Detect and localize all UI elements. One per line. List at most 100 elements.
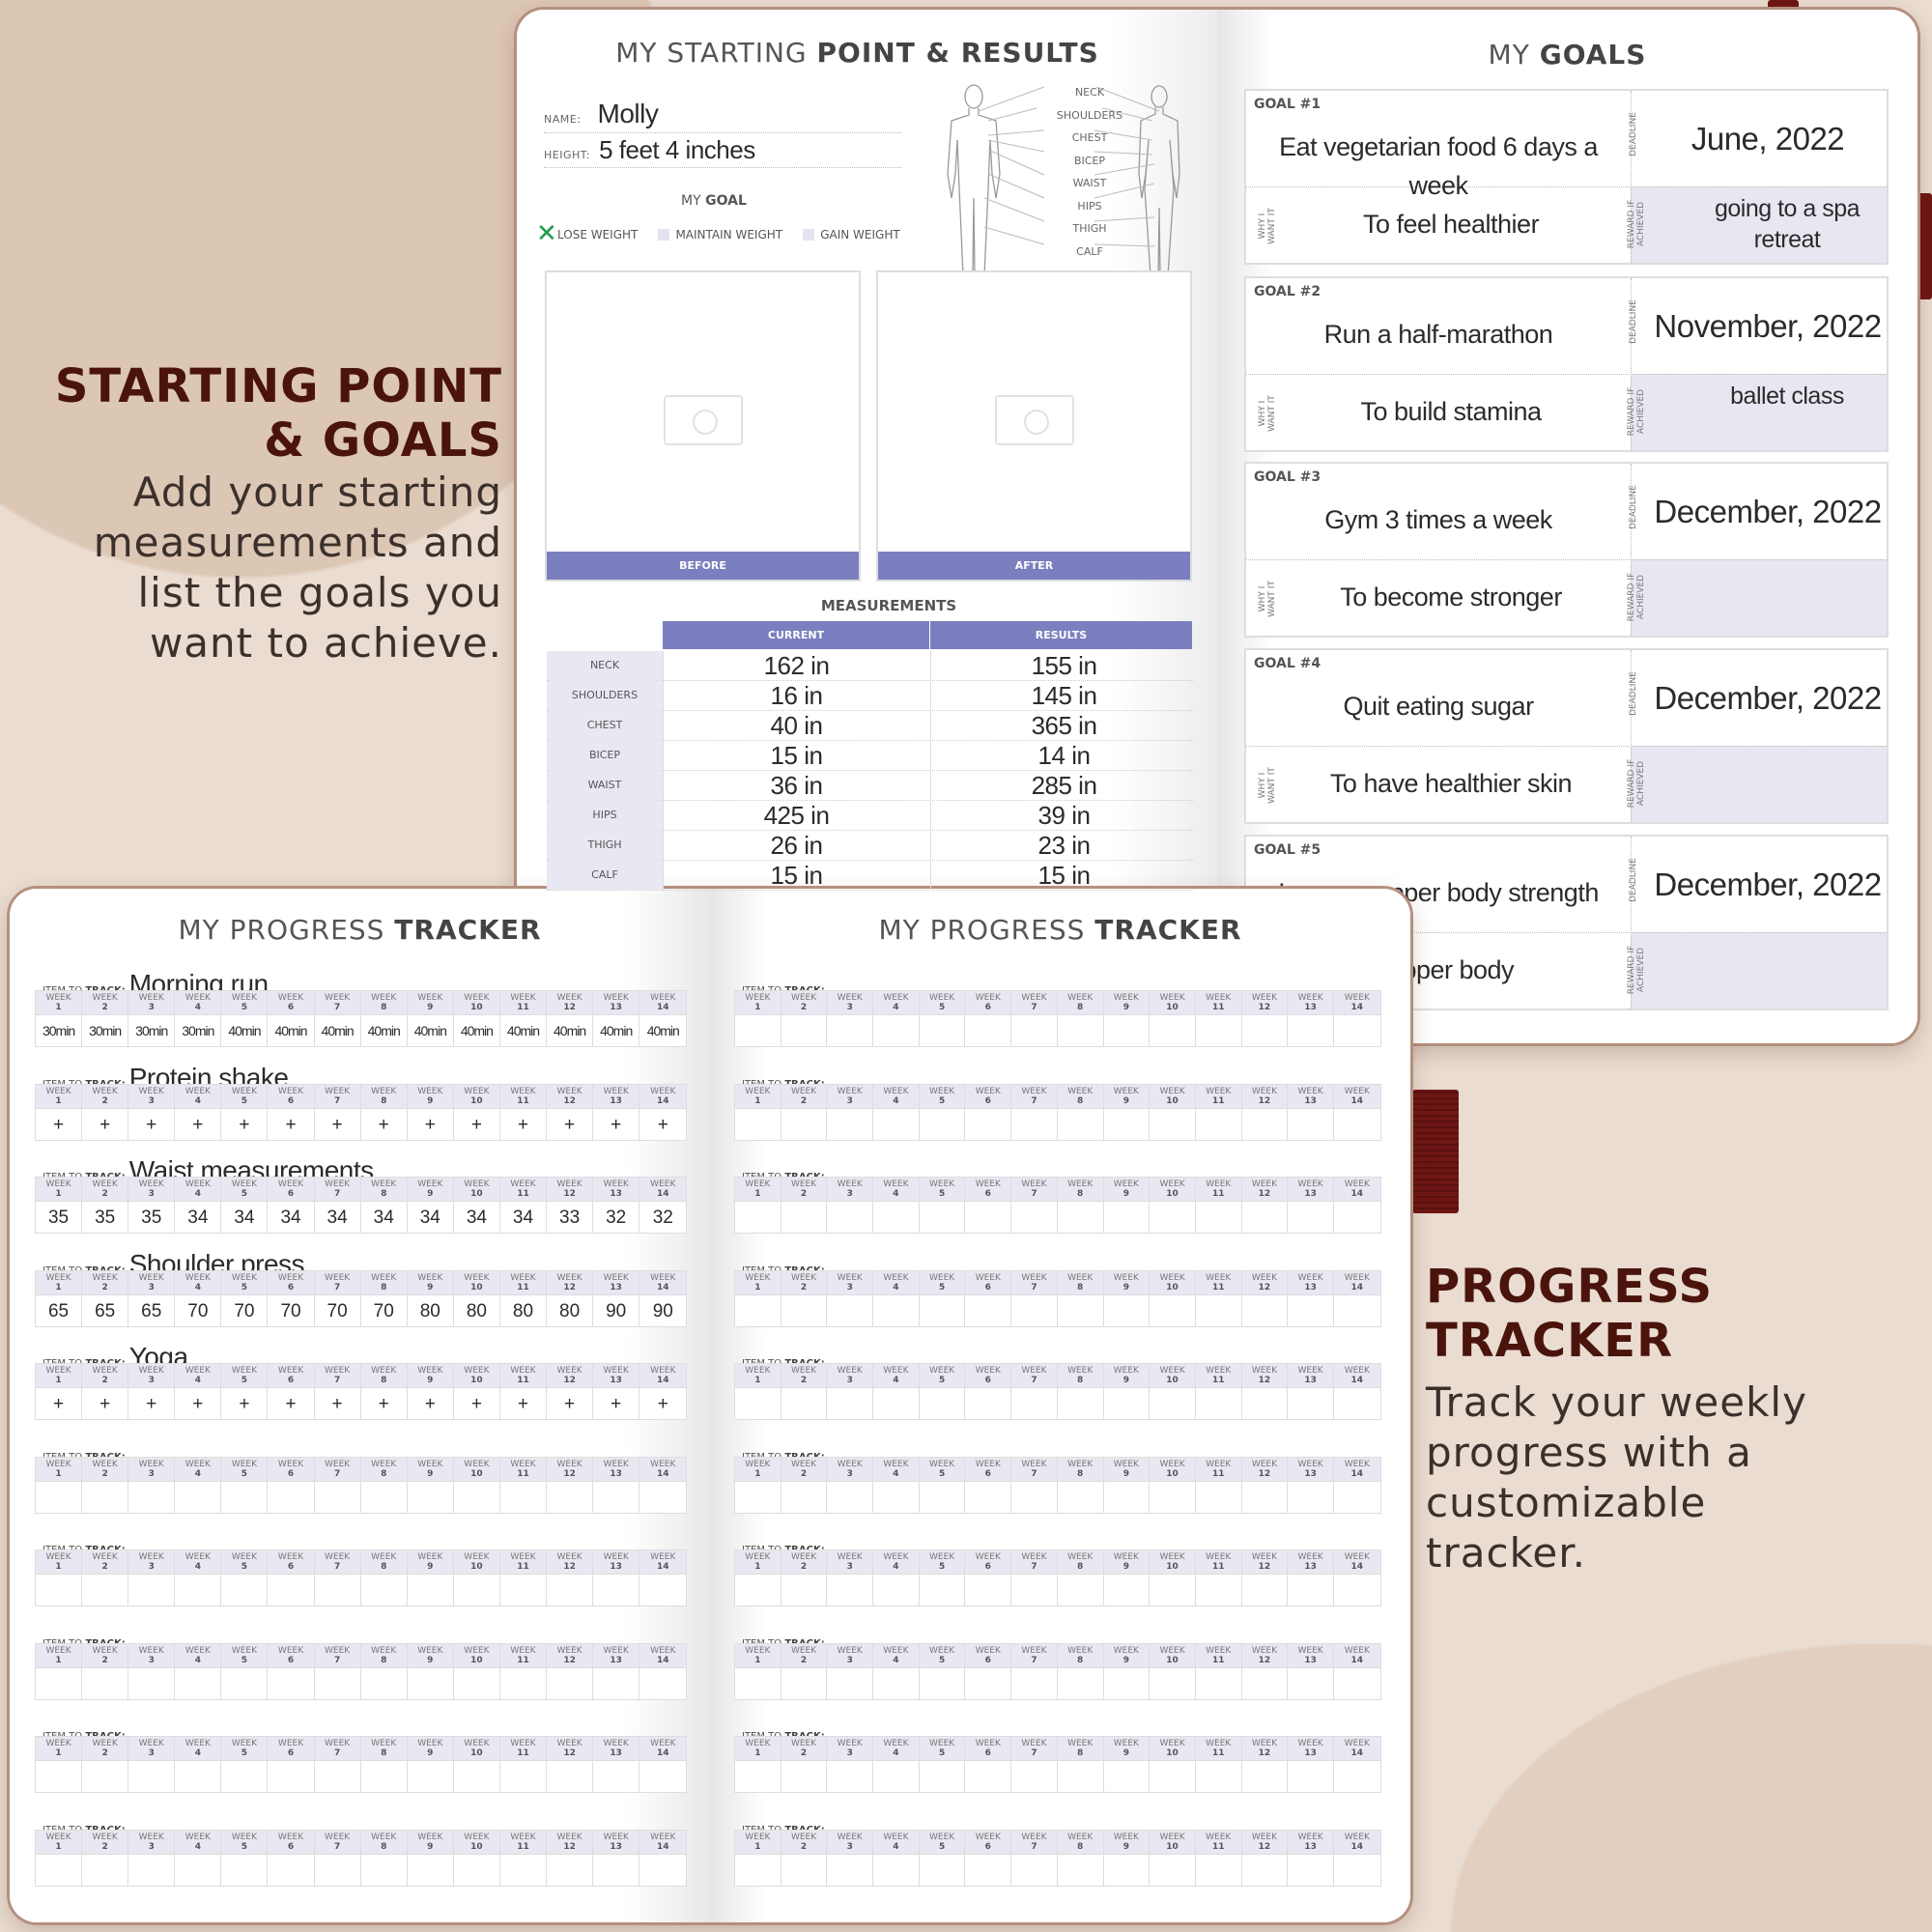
week-value-cell[interactable]: 40min (547, 1014, 593, 1046)
week-value-cell[interactable] (1103, 1201, 1150, 1233)
week-value-cell[interactable]: 65 (128, 1293, 175, 1326)
week-value-cell[interactable] (919, 1014, 965, 1046)
week-value-cell[interactable] (781, 1760, 827, 1792)
week-value-cell[interactable] (1195, 1107, 1241, 1140)
week-value-cell[interactable]: 40min (639, 1014, 687, 1046)
week-value-cell[interactable] (175, 1853, 221, 1886)
week-value-cell[interactable]: + (407, 1387, 453, 1419)
week-value-cell[interactable] (639, 1574, 687, 1605)
week-value-cell[interactable] (1195, 1201, 1241, 1233)
week-value-cell[interactable]: 70 (314, 1293, 360, 1326)
week-value-cell[interactable]: 30min (128, 1014, 175, 1046)
week-value-cell[interactable] (1011, 1107, 1057, 1140)
week-value-cell[interactable] (221, 1666, 268, 1699)
week-value-cell[interactable]: 40min (314, 1014, 360, 1046)
week-value-cell[interactable] (1057, 1666, 1103, 1699)
week-value-cell[interactable] (1150, 1760, 1195, 1792)
week-value-cell[interactable] (314, 1666, 360, 1699)
week-value-cell[interactable] (781, 1387, 827, 1419)
week-value-cell[interactable] (1241, 1014, 1288, 1046)
week-value-cell[interactable] (82, 1760, 128, 1792)
week-value-cell[interactable] (965, 1480, 1011, 1513)
week-value-cell[interactable]: 65 (82, 1293, 128, 1326)
week-value-cell[interactable] (1241, 1666, 1288, 1699)
week-value-cell[interactable] (919, 1201, 965, 1233)
week-value-cell[interactable] (1288, 1760, 1333, 1792)
week-value-cell[interactable] (781, 1480, 827, 1513)
week-value-cell[interactable] (1103, 1480, 1150, 1513)
week-value-cell[interactable]: + (268, 1107, 314, 1140)
week-value-cell[interactable]: + (499, 1387, 547, 1419)
week-value-cell[interactable] (128, 1666, 175, 1699)
week-value-cell[interactable] (1333, 1201, 1380, 1233)
week-value-cell[interactable] (1333, 1666, 1380, 1699)
week-value-cell[interactable] (735, 1201, 781, 1233)
current-value[interactable]: 15 in (663, 861, 929, 891)
why-value[interactable]: To build stamina (1275, 392, 1627, 431)
week-value-cell[interactable] (965, 1107, 1011, 1140)
height-field[interactable]: HEIGHT: 5 feet 4 inches (544, 135, 901, 168)
week-value-cell[interactable] (1011, 1480, 1057, 1513)
week-value-cell[interactable] (314, 1574, 360, 1605)
goal-text[interactable]: Run a half-marathon (1250, 315, 1627, 354)
week-value-cell[interactable] (547, 1760, 593, 1792)
week-value-cell[interactable] (221, 1760, 268, 1792)
week-value-cell[interactable]: 32 (639, 1201, 687, 1233)
week-value-cell[interactable] (499, 1574, 547, 1605)
week-value-cell[interactable] (919, 1293, 965, 1326)
week-value-cell[interactable] (735, 1293, 781, 1326)
result-value[interactable]: 285 in (930, 771, 1197, 801)
week-value-cell[interactable] (175, 1666, 221, 1699)
week-value-cell[interactable] (781, 1293, 827, 1326)
week-value-cell[interactable] (639, 1760, 687, 1792)
week-value-cell[interactable] (1150, 1201, 1195, 1233)
week-value-cell[interactable]: + (453, 1387, 499, 1419)
week-value-cell[interactable]: 34 (175, 1201, 221, 1233)
week-value-cell[interactable]: 70 (360, 1293, 407, 1326)
deadline-value[interactable]: December, 2022 (1652, 864, 1884, 906)
week-value-cell[interactable] (1333, 1574, 1380, 1605)
week-value-cell[interactable] (919, 1666, 965, 1699)
goal-option-gain[interactable]: GAIN WEIGHT (803, 224, 900, 242)
week-value-cell[interactable] (36, 1666, 82, 1699)
week-value-cell[interactable] (1288, 1574, 1333, 1605)
week-value-cell[interactable] (407, 1760, 453, 1792)
week-value-cell[interactable] (128, 1574, 175, 1605)
week-value-cell[interactable] (221, 1853, 268, 1886)
week-value-cell[interactable] (873, 1666, 919, 1699)
week-value-cell[interactable] (82, 1666, 128, 1699)
week-value-cell[interactable]: + (36, 1107, 82, 1140)
week-value-cell[interactable] (407, 1480, 453, 1513)
week-value-cell[interactable] (1011, 1853, 1057, 1886)
week-value-cell[interactable] (735, 1387, 781, 1419)
week-value-cell[interactable] (268, 1760, 314, 1792)
week-value-cell[interactable] (221, 1480, 268, 1513)
week-value-cell[interactable] (1011, 1760, 1057, 1792)
current-value[interactable]: 425 in (663, 801, 929, 831)
week-value-cell[interactable] (36, 1760, 82, 1792)
week-value-cell[interactable] (1057, 1574, 1103, 1605)
week-value-cell[interactable]: + (221, 1387, 268, 1419)
week-value-cell[interactable] (1150, 1014, 1195, 1046)
week-value-cell[interactable] (735, 1014, 781, 1046)
week-value-cell[interactable] (1288, 1201, 1333, 1233)
week-value-cell[interactable] (1057, 1293, 1103, 1326)
week-value-cell[interactable] (1057, 1853, 1103, 1886)
week-value-cell[interactable] (1288, 1387, 1333, 1419)
week-value-cell[interactable] (1103, 1760, 1150, 1792)
week-value-cell[interactable] (1241, 1201, 1288, 1233)
week-value-cell[interactable]: + (175, 1107, 221, 1140)
week-value-cell[interactable]: 80 (453, 1293, 499, 1326)
week-value-cell[interactable] (453, 1480, 499, 1513)
result-value[interactable]: 14 in (930, 741, 1197, 771)
week-value-cell[interactable] (1333, 1760, 1380, 1792)
week-value-cell[interactable]: 34 (268, 1201, 314, 1233)
goal-option-lose[interactable]: ✕ LOSE WEIGHT (536, 219, 638, 248)
week-value-cell[interactable] (1057, 1760, 1103, 1792)
week-value-cell[interactable]: 32 (593, 1201, 639, 1233)
week-value-cell[interactable]: + (314, 1107, 360, 1140)
week-value-cell[interactable] (360, 1853, 407, 1886)
week-value-cell[interactable] (639, 1853, 687, 1886)
week-value-cell[interactable] (1150, 1107, 1195, 1140)
week-value-cell[interactable] (781, 1014, 827, 1046)
